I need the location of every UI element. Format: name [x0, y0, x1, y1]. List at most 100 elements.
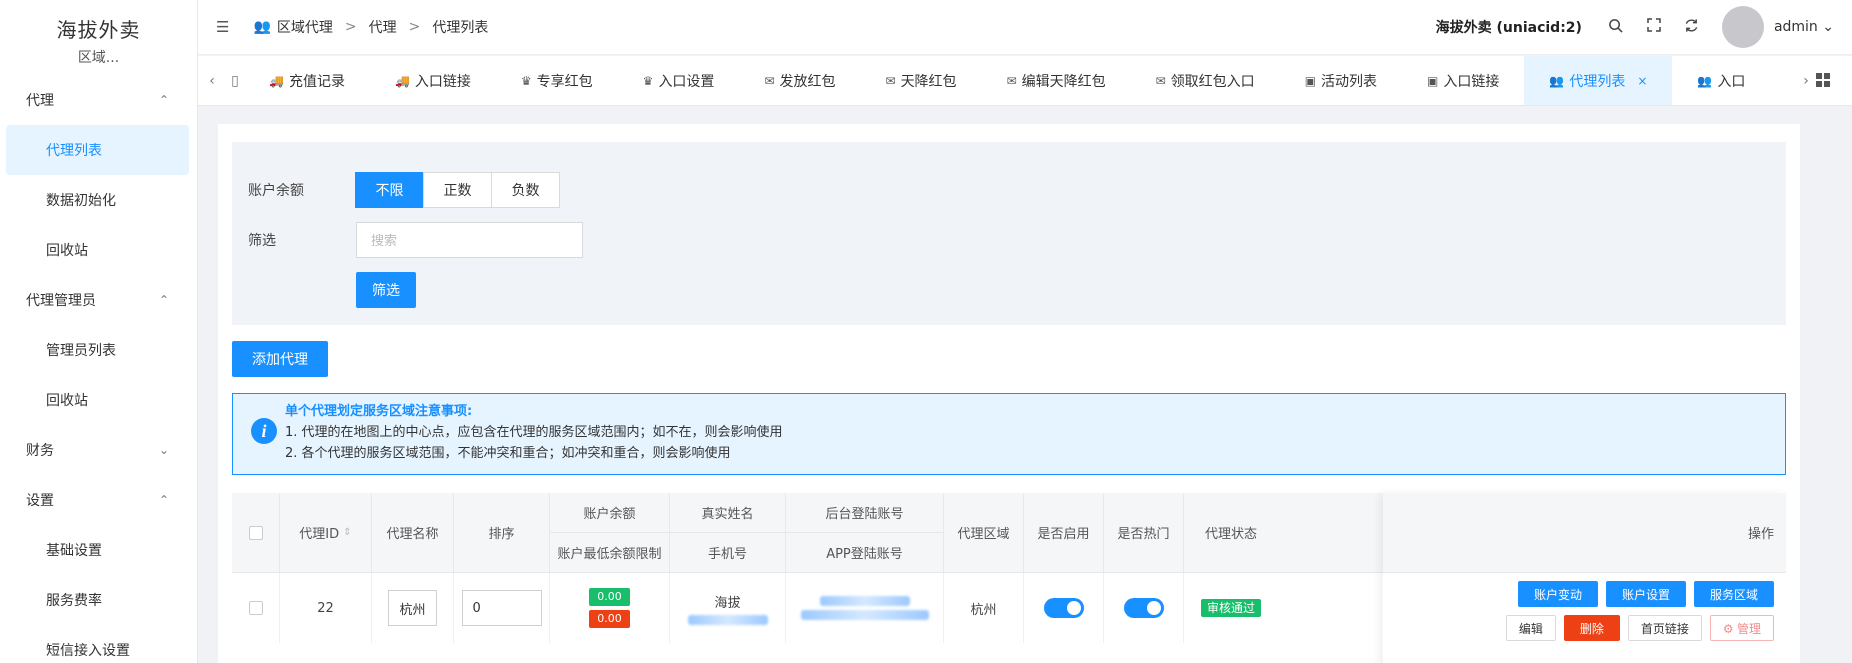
tab-entry-settings[interactable]: ♛ 入口设置: [618, 56, 740, 105]
sidebar-group-agent[interactable]: 代理 ⌃: [0, 75, 197, 125]
sidebar-item-agent-list[interactable]: 代理列表: [6, 125, 189, 175]
tab-label: 入口链接: [1443, 73, 1500, 90]
filter-button[interactable]: 筛选: [356, 272, 416, 308]
sidebar-item-data-init[interactable]: 数据初始化: [0, 175, 197, 225]
sidebar: 海拔外卖 区域... 代理 ⌃ 代理列表 数据初始化 回收站 代理管理员 ⌃ 管…: [0, 0, 198, 663]
delete-button[interactable]: 删除: [1563, 615, 1620, 641]
sidebar-item-admin-recycle-bin[interactable]: 回收站: [0, 375, 197, 425]
cell-region: 杭州: [944, 573, 1024, 643]
tab-activity-list[interactable]: ▣ 活动列表: [1280, 56, 1402, 105]
tab-entry-link[interactable]: 🚚 入口链接: [370, 56, 496, 105]
sidebar-group-agent-admin[interactable]: 代理管理员 ⌃: [0, 275, 197, 325]
sort-icon[interactable]: ⇕: [343, 527, 351, 538]
avatar[interactable]: [1721, 6, 1764, 48]
balance-badge: 0.00: [589, 588, 630, 606]
header-id[interactable]: 代理ID ⇕: [280, 493, 372, 572]
manage-button[interactable]: ⚙ 管理: [1709, 615, 1774, 641]
user-menu[interactable]: admin ⌄: [1774, 19, 1834, 35]
sidebar-group-finance[interactable]: 财务 ⌄: [0, 425, 197, 475]
tab-exclusive-redpacket[interactable]: ♛ 专享红包: [496, 56, 618, 105]
sidebar-item-sms-settings[interactable]: 短信接入设置: [0, 625, 197, 663]
brand-title: 海拔外卖: [56, 18, 141, 42]
users-icon: 👥: [1549, 73, 1565, 88]
app-name: 海拔外卖 (uniacid:2): [1435, 20, 1582, 36]
row-checkbox[interactable]: [248, 601, 263, 615]
breadcrumb-item[interactable]: 代理: [369, 17, 397, 37]
chevron-up-icon: ⌃: [158, 293, 169, 307]
tabs-list: 🚚 充值记录 🚚 入口链接 ♛ 专享红包 ♛ 入口设置 ✉ 发放红包 ✉ 天降红包 ✉ 编辑天…: [244, 56, 1792, 105]
tab-edit-sky-redpacket[interactable]: ✉ 编辑天降红包: [982, 56, 1131, 105]
grid-menu-icon[interactable]: [1816, 72, 1830, 91]
tabs-pin-icon[interactable]: ▯: [226, 73, 244, 89]
tab-entry-link-2[interactable]: ▣ 入口链接: [1402, 56, 1524, 105]
header-hot: 是否热门: [1104, 493, 1184, 572]
account-change-button[interactable]: 账户变动: [1518, 581, 1598, 607]
operations-row-primary: 账户变动 账户设置 服务区域: [1518, 581, 1774, 607]
search-input[interactable]: [356, 222, 583, 258]
sidebar-item-basic-settings[interactable]: 基础设置: [0, 525, 197, 575]
user-name: admin: [1773, 19, 1818, 35]
envelope-icon: ✉: [764, 73, 775, 88]
homepage-link-button[interactable]: 首页链接: [1627, 615, 1702, 641]
truck-icon: 🚚: [394, 73, 410, 88]
sidebar-item-service-rate[interactable]: 服务费率: [0, 575, 197, 625]
balance-option-negative[interactable]: 负数: [491, 172, 560, 208]
crown-icon: ♛: [520, 73, 532, 88]
balance-option-positive[interactable]: 正数: [423, 172, 492, 208]
sidebar-item-admin-list[interactable]: 管理员列表: [0, 325, 197, 375]
refresh-icon[interactable]: [1684, 18, 1700, 37]
filter-button-row: 筛选: [248, 272, 1770, 308]
breadcrumb-item[interactable]: 区域代理: [277, 17, 333, 37]
enabled-toggle[interactable]: [1043, 598, 1084, 618]
edit-button[interactable]: 编辑: [1505, 615, 1556, 641]
notice-line: 2. 各个代理的服务区域范围，不能冲突和重合；如冲突和重合，则会影响使用: [285, 446, 731, 461]
breadcrumb-separator: >: [408, 19, 421, 35]
cell-sort: 0: [454, 573, 550, 643]
crown-icon: ♛: [642, 73, 654, 88]
balance-option-all[interactable]: 不限: [355, 172, 424, 208]
add-agent-button[interactable]: 添加代理: [232, 341, 328, 377]
header-balance: 账户余额: [550, 493, 669, 533]
tab-sky-redpacket[interactable]: ✉ 天降红包: [861, 56, 982, 105]
sort-order-input[interactable]: 0: [461, 590, 542, 626]
header-account-group: 后台登陆账号 APP登陆账号: [786, 493, 944, 572]
agent-name-input[interactable]: 杭州: [388, 590, 437, 626]
breadcrumb: 👥 区域代理 > 代理 > 代理列表: [253, 17, 488, 37]
sidebar-group-label: 财务: [26, 443, 54, 459]
close-icon[interactable]: ×: [1637, 74, 1647, 88]
tab-claim-redpacket-entry[interactable]: ✉ 领取红包入口: [1131, 56, 1280, 105]
header-select-all: [232, 493, 280, 572]
cell-status: 审核通过: [1184, 573, 1278, 643]
tab-entry[interactable]: 👥 入口: [1672, 56, 1770, 105]
tab-agent-list[interactable]: 👥 代理列表 ×: [1524, 56, 1673, 105]
operations-row-secondary: 编辑 删除 首页链接 ⚙ 管理: [1505, 615, 1774, 641]
tab-recharge-records[interactable]: 🚚 充值记录: [244, 56, 370, 105]
real-name: 海拔: [714, 595, 741, 611]
menu-fold-icon[interactable]: ☰: [216, 18, 229, 36]
account-settings-button[interactable]: 账户设置: [1606, 581, 1686, 607]
service-area-button[interactable]: 服务区域: [1694, 581, 1774, 607]
tab-label: 入口: [1717, 73, 1746, 90]
search-filter-label: 筛选: [248, 233, 276, 249]
vip-icon: ▣: [1304, 73, 1317, 88]
operations-cell: 账户变动 账户设置 服务区域 编辑 删除 首页链接 ⚙ 管理: [1383, 573, 1786, 641]
envelope-icon: ✉: [885, 73, 896, 88]
envelope-icon: ✉: [1006, 73, 1017, 88]
tab-label: 代理列表: [1569, 73, 1626, 90]
balance-filter-label: 账户余额: [248, 183, 304, 199]
hot-toggle[interactable]: [1123, 598, 1164, 618]
cell-accounts: [786, 573, 944, 643]
search-filter-row: 筛选: [248, 222, 1770, 258]
search-icon[interactable]: [1608, 18, 1624, 37]
sidebar-item-recycle-bin[interactable]: 回收站: [0, 225, 197, 275]
fullscreen-icon[interactable]: [1646, 18, 1662, 36]
agent-table: 代理ID ⇕ 代理名称 排序 账户余额 账户最低余额限制 真实姓名 手机号 后台…: [232, 493, 1786, 663]
tabs-scroll-left-icon[interactable]: ‹: [198, 73, 226, 89]
app-root: 海拔外卖 区域... 代理 ⌃ 代理列表 数据初始化 回收站 代理管理员 ⌃ 管…: [0, 0, 1852, 663]
phone-redacted: [687, 614, 768, 625]
select-all-checkbox[interactable]: [248, 525, 263, 540]
tab-send-redpacket[interactable]: ✉ 发放红包: [739, 56, 860, 105]
envelope-icon: ✉: [1155, 73, 1166, 88]
header-backend-account: 后台登陆账号: [786, 493, 943, 533]
sidebar-group-settings[interactable]: 设置 ⌃: [0, 475, 197, 525]
